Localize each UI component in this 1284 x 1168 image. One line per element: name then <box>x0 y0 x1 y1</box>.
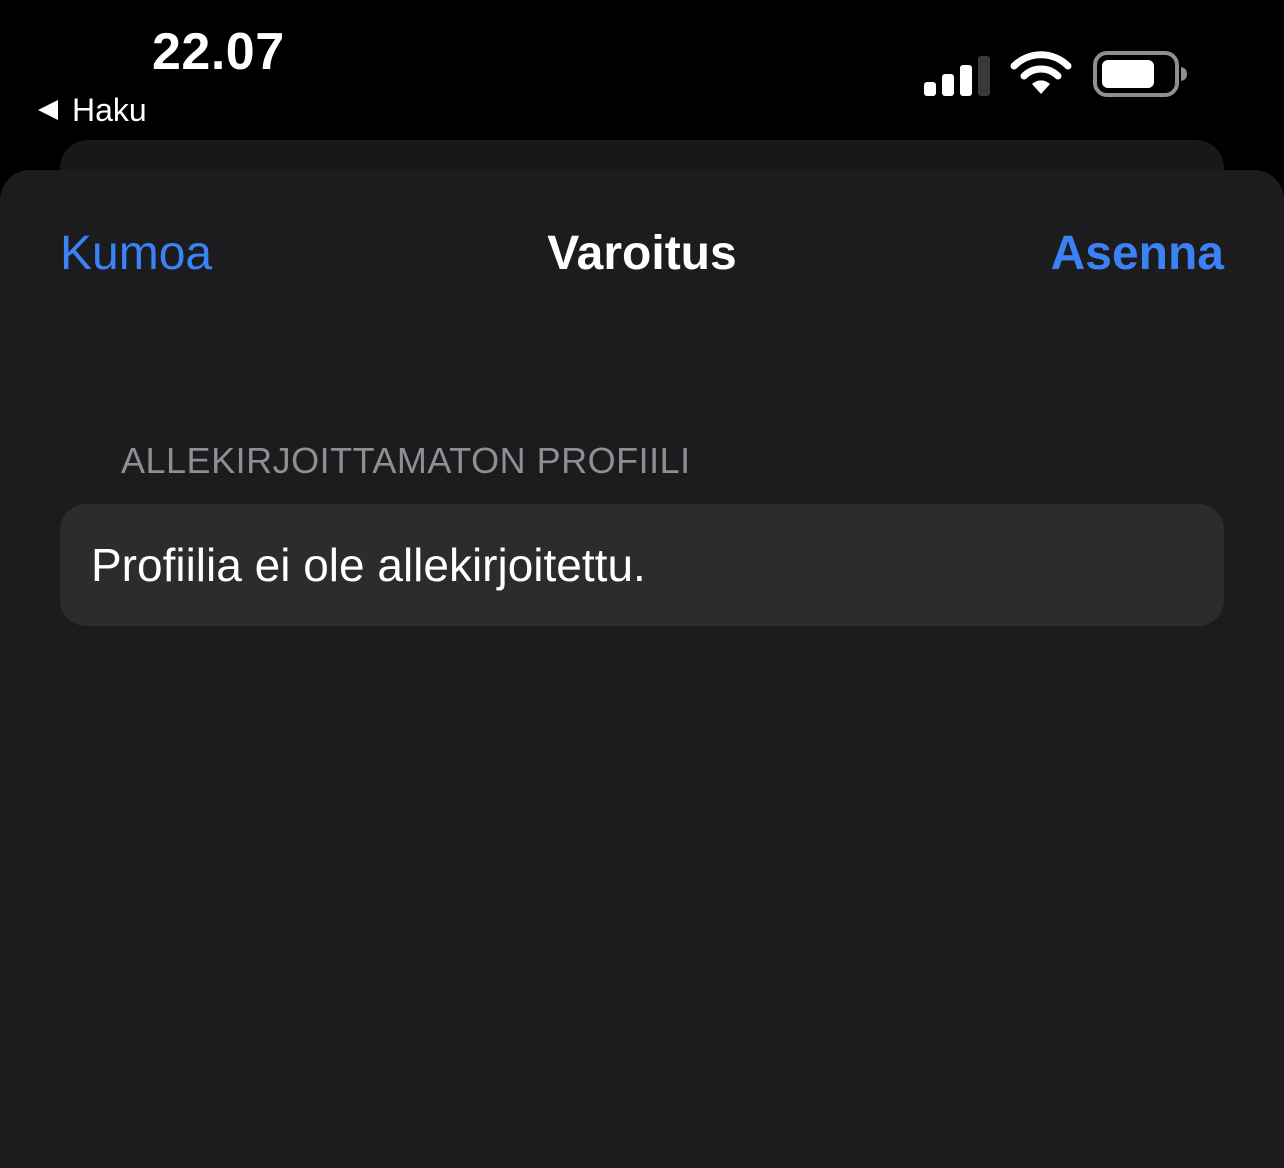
back-link-label: Haku <box>72 91 147 128</box>
warning-sheet: Kumoa Varoitus Asenna ALLEKIRJOITTAMATON… <box>0 170 1284 1168</box>
back-arrow-icon <box>38 100 58 120</box>
section-header: ALLEKIRJOITTAMATON PROFIILI <box>121 440 691 481</box>
back-to-search-link[interactable]: Haku <box>38 90 147 130</box>
screen: 22.07 Haku Kumoa Varoitus Asenna ALLEKIR… <box>0 0 1284 1168</box>
cancel-button[interactable]: Kumoa <box>60 226 212 281</box>
status-time: 22.07 <box>152 23 285 81</box>
unsigned-profile-card: Profiilia ei ole allekirjoitettu. <box>60 504 1224 626</box>
signal-icon <box>924 56 990 96</box>
wifi-icon <box>1010 51 1072 94</box>
battery-icon <box>1093 51 1187 97</box>
unsigned-profile-message: Profiilia ei ole allekirjoitettu. <box>91 539 646 591</box>
install-button[interactable]: Asenna <box>1051 226 1224 281</box>
